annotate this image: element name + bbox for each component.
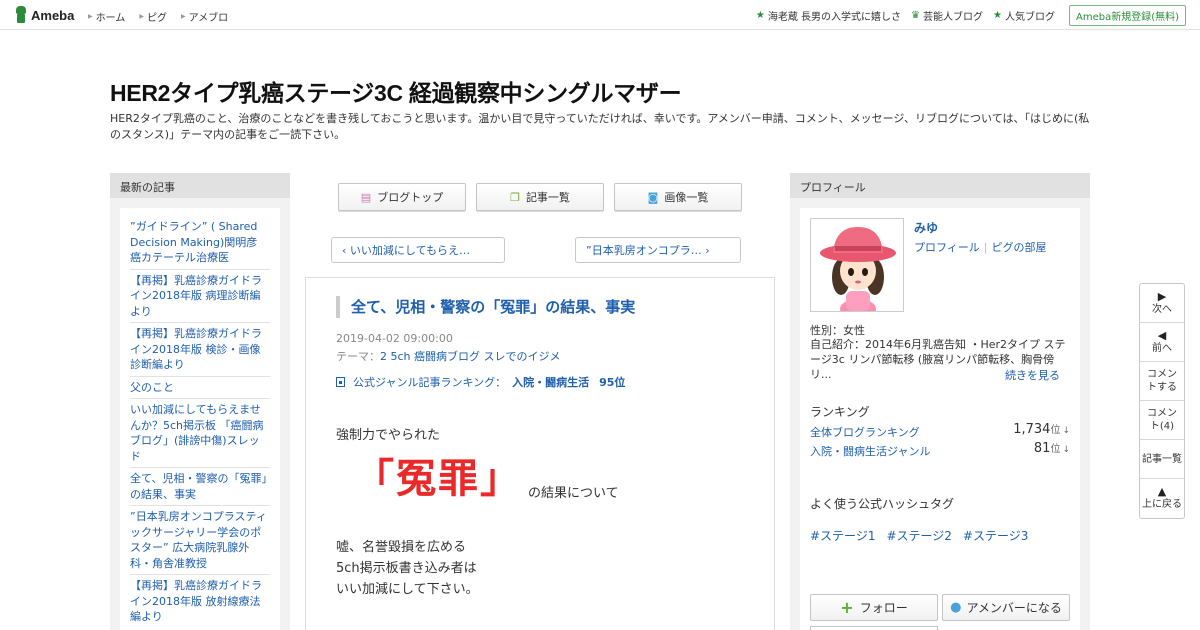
comments-count-button[interactable]: コメント(4) [1140,401,1184,440]
ameba-logo-icon [14,6,28,24]
play-right-icon: ▶ [1157,289,1167,303]
star-icon: ★ [755,10,765,21]
ranking-row[interactable]: 全体ブログランキング 1,734位 ↓ [810,422,1070,440]
pigg-room-link[interactable]: ピグの部屋 [992,241,1047,254]
ameba-logo[interactable]: Ameba [14,6,74,24]
ranking-icon [336,377,345,387]
blog-top-button[interactable]: ▤ ブログトップ [338,183,466,211]
ranking-heading: ランキング [810,405,870,419]
blog-title[interactable]: HER2タイプ乳癌ステージ3C 経過観察中シングルマザー [110,74,682,108]
camera-icon: ◙ [647,190,659,204]
profile-links: プロフィール | ピグの部屋 [914,241,1047,254]
recent-article-link[interactable]: 【再掲】乳癌診療ガイドライン2018年版 放射線療法編より [130,575,270,628]
arrow-down-icon: ↓ [1062,445,1070,455]
recent-articles-heading: 最新の記事 [110,173,290,198]
hashtag-link[interactable]: #ステージ2 [886,529,951,543]
top-right-links: ★ 海老蔵 長男の入学式に嬉しさ ♛ 芸能人ブログ ★ 人気ブログ Ameba新規登録… [746,5,1186,26]
recent-article-link[interactable]: ”日本乳房オンコプラスティックサージャリー学会のポスター” 広大病院乳腺外科・角… [130,506,270,575]
prev-button[interactable]: ◀ 前へ [1140,323,1184,362]
floating-nav: ▶ 次へ ◀ 前へ コメントする コメント(4) 記事一覧 ▲ 上に戻る [1139,283,1185,519]
article: 全て、児相・警察の「冤罪」の結果、事実 2019-04-02 09:00:00 … [305,277,775,630]
ranking-row[interactable]: 入院・闘病生活ジャンル 81位 ↓ [810,441,1070,459]
celebrity-blog-link[interactable]: ♛ 芸能人ブログ [911,8,983,23]
top-bar: Ameba ▶ ホーム ▶ ピグ ▶ アメブロ ★ 海老蔵 長男の入学式に嬉しさ ♛ 芸能… [0,0,1200,30]
arrow-down-icon: ↓ [1062,426,1070,436]
article-emphasis-text: 「冤罪」 [354,456,522,502]
article-body-line: の結果について [528,486,619,501]
next-button[interactable]: ▶ 次へ [1140,284,1184,323]
right-sidebar: プロフィール みゆ プロフィール | ピグの部屋 性別：女性 自己紹介：2014… [790,173,1090,630]
triangle-up-icon: ▲ [1157,485,1167,498]
article-list-button[interactable]: ❐ 記事一覧 [476,183,604,211]
popular-blog-link[interactable]: ★ 人気ブログ [993,8,1055,23]
article-date: 2019-04-02 09:00:00 [336,332,453,345]
avatar[interactable] [810,218,904,312]
genre-ranking-link[interactable]: 公式ジャンル記事ランキング： 入院・闘病生活 95位 [336,374,625,390]
top-nav: ▶ ホーム ▶ ピグ ▶ アメブロ [88,9,242,24]
recent-article-link[interactable]: 全て、児相・警察の「冤罪」の結果、事実 [130,468,270,506]
plus-icon: + [840,598,854,617]
copy-icon: ❐ [510,190,520,204]
speech-bubble-icon: ● [950,600,962,615]
blog-description: HER2タイプ乳癌のこと、治療のことなどを書き残しておこうと思います。温かい目で… [110,112,1090,141]
recent-articles-list: ”ガイドライン” ( Shared Decision Making)関明彦 癌カ… [120,208,280,630]
trending-news-link[interactable]: ★ 海老蔵 長男の入学式に嬉しさ [756,8,901,23]
hashtag-link[interactable]: #ステージ3 [963,529,1028,543]
nav-home[interactable]: ▶ ホーム [88,9,125,24]
recent-article-link[interactable]: ”ガイドライン” ( Shared Decision Making)関明彦 癌カ… [130,216,270,270]
play-left-icon: ◀ [1157,328,1167,342]
crown-icon: ♛ [911,10,921,21]
follow-button[interactable]: + フォロー [810,594,938,621]
extra-button-edge [810,626,938,630]
profile-gender: 性別：女性 [810,324,865,337]
article-list-float-button[interactable]: 記事一覧 [1140,440,1184,479]
article-title[interactable]: 全て、児相・警察の「冤罪」の結果、事実 [336,296,635,318]
signup-button[interactable]: Ameba新規登録(無料) [1068,5,1186,26]
recent-article-link[interactable]: 【再掲】乳癌診療ガイドライン2018年版 検診・画像診断編より [130,323,270,377]
nav-pigg[interactable]: ▶ ピグ [139,9,167,24]
next-article-link[interactable]: ”日本乳房オンコプラ… › [575,237,741,263]
hashtag-link[interactable]: #ステージ1 [810,529,875,543]
image-list-button[interactable]: ◙ 画像一覧 [614,183,742,211]
article-body-line: 強制力でやられた [336,428,441,443]
star-icon: ★ [993,10,1002,21]
prev-article-link[interactable]: ‹ いい加減にしてもらえ… [331,237,505,263]
article-body-paragraph: 嘘、名誉毀損を広める 5ch掲示板書き込み者は いい加減にして下さい。 [336,540,479,597]
nav-ameblo[interactable]: ▶ アメブロ [181,9,228,24]
amember-button[interactable]: ● アメンバーになる [942,594,1070,621]
profile-heading: プロフィール [790,173,1090,198]
document-icon: ▤ [360,190,372,204]
profile-link[interactable]: プロフィール [914,241,980,254]
hashtag-list: #ステージ1 #ステージ2 #ステージ3 [810,527,1039,544]
avatar-illustration [811,219,903,311]
recent-article-link[interactable]: 【再掲】乳癌診療ガイドライン2018年版 病理診断編より [130,270,270,323]
theme-link[interactable]: 2 5ch 癌闘病ブログ スレでのイジメ [380,350,561,363]
comment-button[interactable]: コメントする [1140,362,1184,401]
profile-panel: みゆ プロフィール | ピグの部屋 性別：女性 自己紹介：2014年6月乳癌告知 ・… [800,208,1080,630]
recent-article-link[interactable]: いい加減にしてもらえませんか？5ch掲示板 「癌闘病ブログ」(誹謗中傷)スレッド [130,399,270,468]
profile-name[interactable]: みゆ [914,219,938,236]
article-theme: テーマ：2 5ch 癌闘病ブログ スレでのイジメ [336,350,561,363]
triangle-right-icon: ▶ [180,13,186,20]
left-sidebar: 最新の記事 ”ガイドライン” ( Shared Decision Making)… [110,173,290,630]
hashtag-heading: よく使う公式ハッシュタグ [810,497,955,511]
recent-article-link[interactable]: 父のこと [130,377,270,399]
triangle-right-icon: ▶ [139,13,144,20]
back-to-top-button[interactable]: ▲ 上に戻る [1140,479,1184,518]
read-more-link[interactable]: 続きを見る [1005,367,1060,383]
triangle-right-icon: ▶ [88,13,93,20]
